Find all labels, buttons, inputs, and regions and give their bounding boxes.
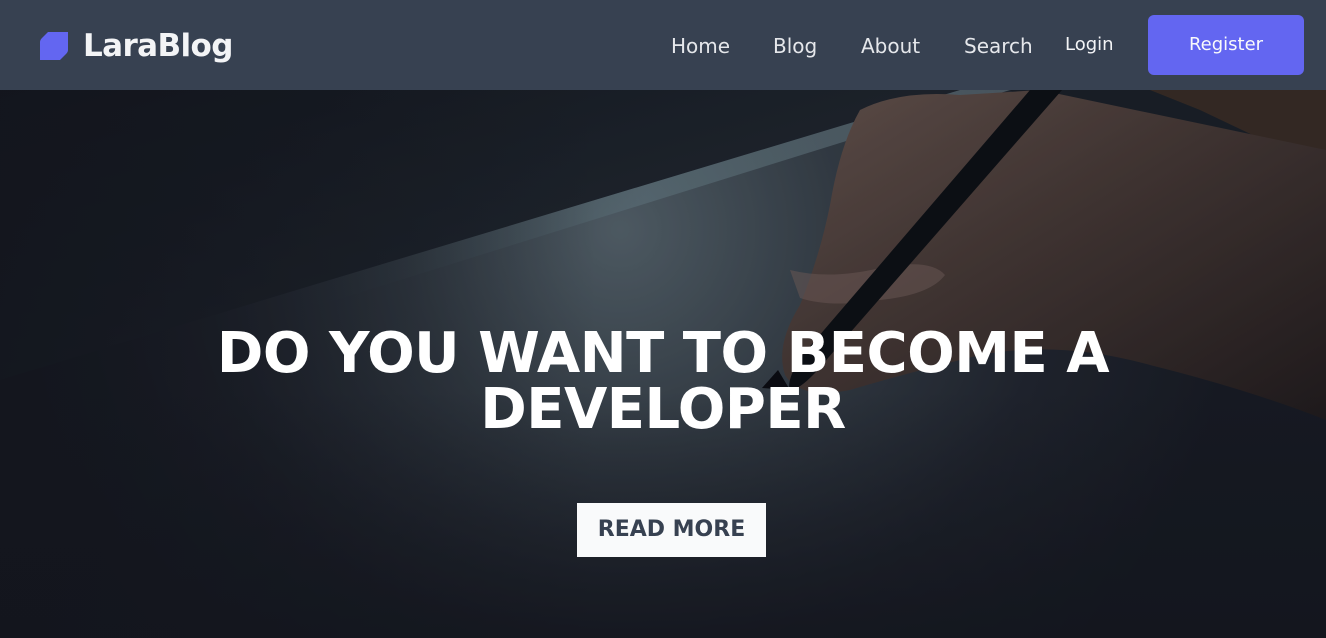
nav-link-home[interactable]: Home [671,33,730,59]
navbar: LaraBlog Home Blog About Search Login Re… [0,0,1326,90]
nav-link-login[interactable]: Login [1065,32,1114,58]
nav-link-search[interactable]: Search [964,33,1033,59]
nav-link-about[interactable]: About [861,33,920,59]
hero-section: DO YOU WANT TO BECOME A DEVELOPER READ M… [0,90,1326,638]
read-more-button[interactable]: READ MORE [577,503,766,557]
nav-link-blog[interactable]: Blog [773,33,817,59]
brand-name: LaraBlog [83,28,233,64]
register-button[interactable]: Register [1148,15,1304,75]
brand-logo-icon [40,32,68,60]
hero-title: DO YOU WANT TO BECOME A DEVELOPER [216,321,1110,442]
brand-link[interactable]: LaraBlog [38,28,233,64]
